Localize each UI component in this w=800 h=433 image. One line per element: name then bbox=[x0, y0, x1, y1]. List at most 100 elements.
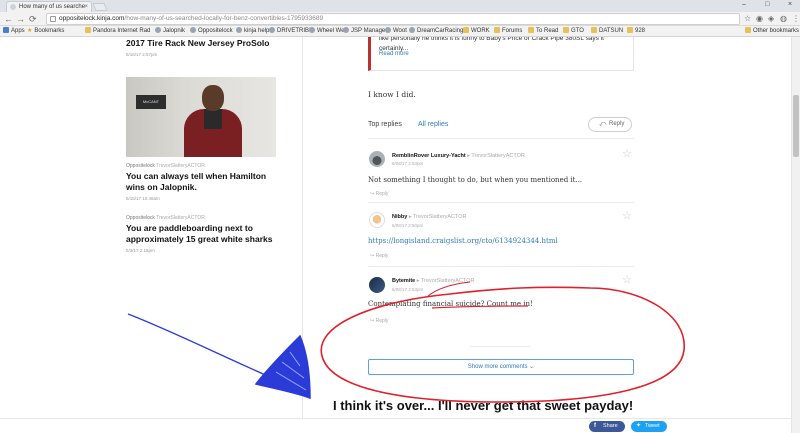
share-bar: f Share ✦ Tweet bbox=[0, 418, 791, 433]
back-arrow-icon[interactable]: ← bbox=[4, 13, 13, 25]
maximize-icon[interactable]: □ bbox=[765, 0, 769, 10]
facebook-share-button[interactable]: f Share bbox=[589, 421, 625, 432]
reply-author[interactable]: Bytemite ▸ TrevorSlatteryACTOR bbox=[392, 278, 474, 284]
read-more-link[interactable]: Read more bbox=[379, 51, 409, 57]
tab-top-replies[interactable]: Top replies bbox=[368, 121, 402, 128]
avatar[interactable] bbox=[369, 277, 385, 293]
folder-icon bbox=[591, 27, 597, 33]
forward-arrow-icon[interactable]: → bbox=[16, 13, 25, 25]
page-content: 2017 Tire Rack New Jersey ProSolo 5/16/1… bbox=[0, 37, 800, 433]
article-headline[interactable]: You are paddleboarding next to approxima… bbox=[126, 223, 286, 245]
bookmark-other[interactable]: Other bookmarks bbox=[745, 26, 799, 37]
article-date: 5/16/17 2:57pm bbox=[126, 52, 158, 57]
divider bbox=[368, 138, 634, 139]
bookmark-jalopnik[interactable]: Jalopnik bbox=[155, 26, 185, 37]
kinja-byline[interactable]: Oppositelock TrevorSlatteryACTOR bbox=[126, 163, 205, 169]
bookmark-pandora[interactable]: Pandora Internet Rad bbox=[85, 26, 150, 37]
embedded-post-card[interactable]: like personally he thinks it is funny to… bbox=[368, 37, 634, 71]
bookmark-forums[interactable]: Forums bbox=[494, 26, 522, 37]
site-icon bbox=[190, 27, 196, 33]
divider bbox=[470, 346, 530, 347]
bookmark-work[interactable]: WORK bbox=[463, 26, 490, 37]
star-icon[interactable]: ☆ bbox=[622, 275, 632, 286]
bookmark-oppositelock[interactable]: Oppositelock bbox=[190, 26, 233, 37]
embedded-post-text: like personally he thinks it is funny to… bbox=[379, 37, 604, 52]
bookmark-kinja-help[interactable]: kinja help bbox=[236, 26, 269, 37]
site-icon bbox=[409, 27, 415, 33]
bookmark-wheel-well[interactable]: Wheel Well bbox=[309, 26, 347, 37]
avatar[interactable] bbox=[369, 151, 385, 167]
thumbnail-person bbox=[184, 85, 242, 157]
bookmark-apps[interactable]: Apps bbox=[3, 26, 25, 37]
new-tab-button[interactable] bbox=[92, 3, 108, 11]
folder-icon bbox=[563, 27, 569, 33]
site-icon bbox=[155, 27, 161, 33]
article-headline[interactable]: 2017 Tire Rack New Jersey ProSolo bbox=[126, 38, 286, 49]
reply-link[interactable]: ↪ Reply bbox=[370, 191, 388, 197]
article-headline[interactable]: You can always tell when Hamilton wins o… bbox=[126, 171, 286, 193]
comment-body: I know I did. bbox=[368, 90, 416, 99]
tab-strip: How many of us searche × – □ × bbox=[0, 0, 800, 12]
browser-toolbar: ← → ⟳ oppositelock.kinja.com/how-many-of… bbox=[0, 12, 800, 26]
bookmark-datsun[interactable]: DATSUN bbox=[591, 26, 623, 37]
folder-icon bbox=[85, 27, 91, 33]
extension-icon[interactable]: ◉ bbox=[756, 14, 763, 24]
folder-icon bbox=[745, 27, 751, 33]
bookmark-928[interactable]: 928 bbox=[627, 26, 645, 37]
reply-link-url[interactable]: https://longisland.craigslist.org/cto/61… bbox=[368, 237, 558, 245]
bookmark-jsp-manager[interactable]: JSP Manager bbox=[343, 26, 387, 37]
folder-icon bbox=[627, 27, 633, 33]
reply-link[interactable]: ↪ Reply bbox=[370, 318, 388, 324]
tab-all-replies[interactable]: All replies bbox=[418, 121, 448, 128]
page-info-icon[interactable] bbox=[50, 16, 56, 22]
bookmark-star-icon[interactable]: ☆ bbox=[744, 14, 751, 24]
minimize-icon[interactable]: – bbox=[742, 0, 746, 10]
bookmark-gto[interactable]: GTO bbox=[563, 26, 584, 37]
facebook-icon: f bbox=[594, 423, 596, 429]
reply-date: 6/08/17 2:50pm bbox=[392, 223, 424, 228]
browser-tab[interactable]: How many of us searche × bbox=[6, 1, 92, 12]
star-icon[interactable]: ☆ bbox=[622, 211, 632, 222]
reply-button[interactable]: ⤺ Reply bbox=[588, 117, 632, 132]
url-host: oppositelock.kinja.com bbox=[59, 15, 125, 22]
menu-icon[interactable]: ⋮ bbox=[792, 14, 800, 24]
close-window-icon[interactable]: × bbox=[788, 0, 792, 10]
folder-icon bbox=[528, 27, 534, 33]
extension-icon[interactable]: ◈ bbox=[768, 14, 774, 24]
avatar[interactable] bbox=[369, 212, 385, 228]
bookmark-dreamcarracing[interactable]: DreamCarRacing bbox=[409, 26, 463, 37]
article-thumbnail[interactable]: McCANT bbox=[126, 77, 276, 157]
site-icon bbox=[309, 27, 315, 33]
thumbnail-sign: McCANT bbox=[136, 95, 166, 109]
tab-close-icon[interactable]: × bbox=[84, 2, 88, 12]
twitter-tweet-button[interactable]: ✦ Tweet bbox=[631, 421, 667, 432]
reply-date: 6/08/17 2:53pm bbox=[392, 287, 424, 292]
reload-icon[interactable]: ⟳ bbox=[29, 13, 37, 25]
bookmark-drivetribe[interactable]: DRIVETRIBE bbox=[269, 26, 313, 37]
reply-icon: ⤺ bbox=[599, 121, 607, 128]
bookmark-woot[interactable]: Woot bbox=[385, 26, 407, 37]
site-icon bbox=[343, 27, 349, 33]
kinja-byline[interactable]: Oppositelock TrevorSlatteryACTOR bbox=[126, 215, 205, 221]
scrollbar-thumb[interactable] bbox=[793, 95, 799, 157]
star-icon[interactable]: ☆ bbox=[622, 149, 632, 160]
star-icon: ★ bbox=[27, 28, 33, 34]
site-icon bbox=[385, 27, 391, 33]
bookmark-to-read[interactable]: To Read bbox=[528, 26, 558, 37]
twitter-icon: ✦ bbox=[636, 423, 642, 429]
extension-icon[interactable]: ◍ bbox=[780, 14, 787, 24]
address-bar[interactable]: oppositelock.kinja.com/how-many-of-us-se… bbox=[46, 13, 740, 25]
bookmark-bookmarks[interactable]: ★ Bookmarks bbox=[27, 26, 64, 37]
show-more-comments-button[interactable]: Show more comments ⌄ bbox=[368, 359, 634, 375]
reply-link[interactable]: ↪ Reply bbox=[370, 253, 388, 259]
reply-body: Not something I thought to do, but when … bbox=[368, 176, 583, 184]
reply-author[interactable]: Nibby ▸ TrevorSlatteryACTOR bbox=[392, 214, 467, 220]
annotation-caption: I think it's over... I'll never get that… bbox=[333, 398, 634, 413]
reply-author[interactable]: RemblinRover Luxury-Yacht ▸ TrevorSlatte… bbox=[392, 153, 525, 159]
article-date: 5/3/17 2:16pm bbox=[126, 248, 155, 253]
tab-favicon-icon bbox=[10, 4, 16, 10]
folder-icon bbox=[463, 27, 469, 33]
scrollbar[interactable] bbox=[791, 37, 800, 433]
article-date: 5/15/17 10:46am bbox=[126, 196, 160, 201]
folder-icon bbox=[494, 27, 500, 33]
